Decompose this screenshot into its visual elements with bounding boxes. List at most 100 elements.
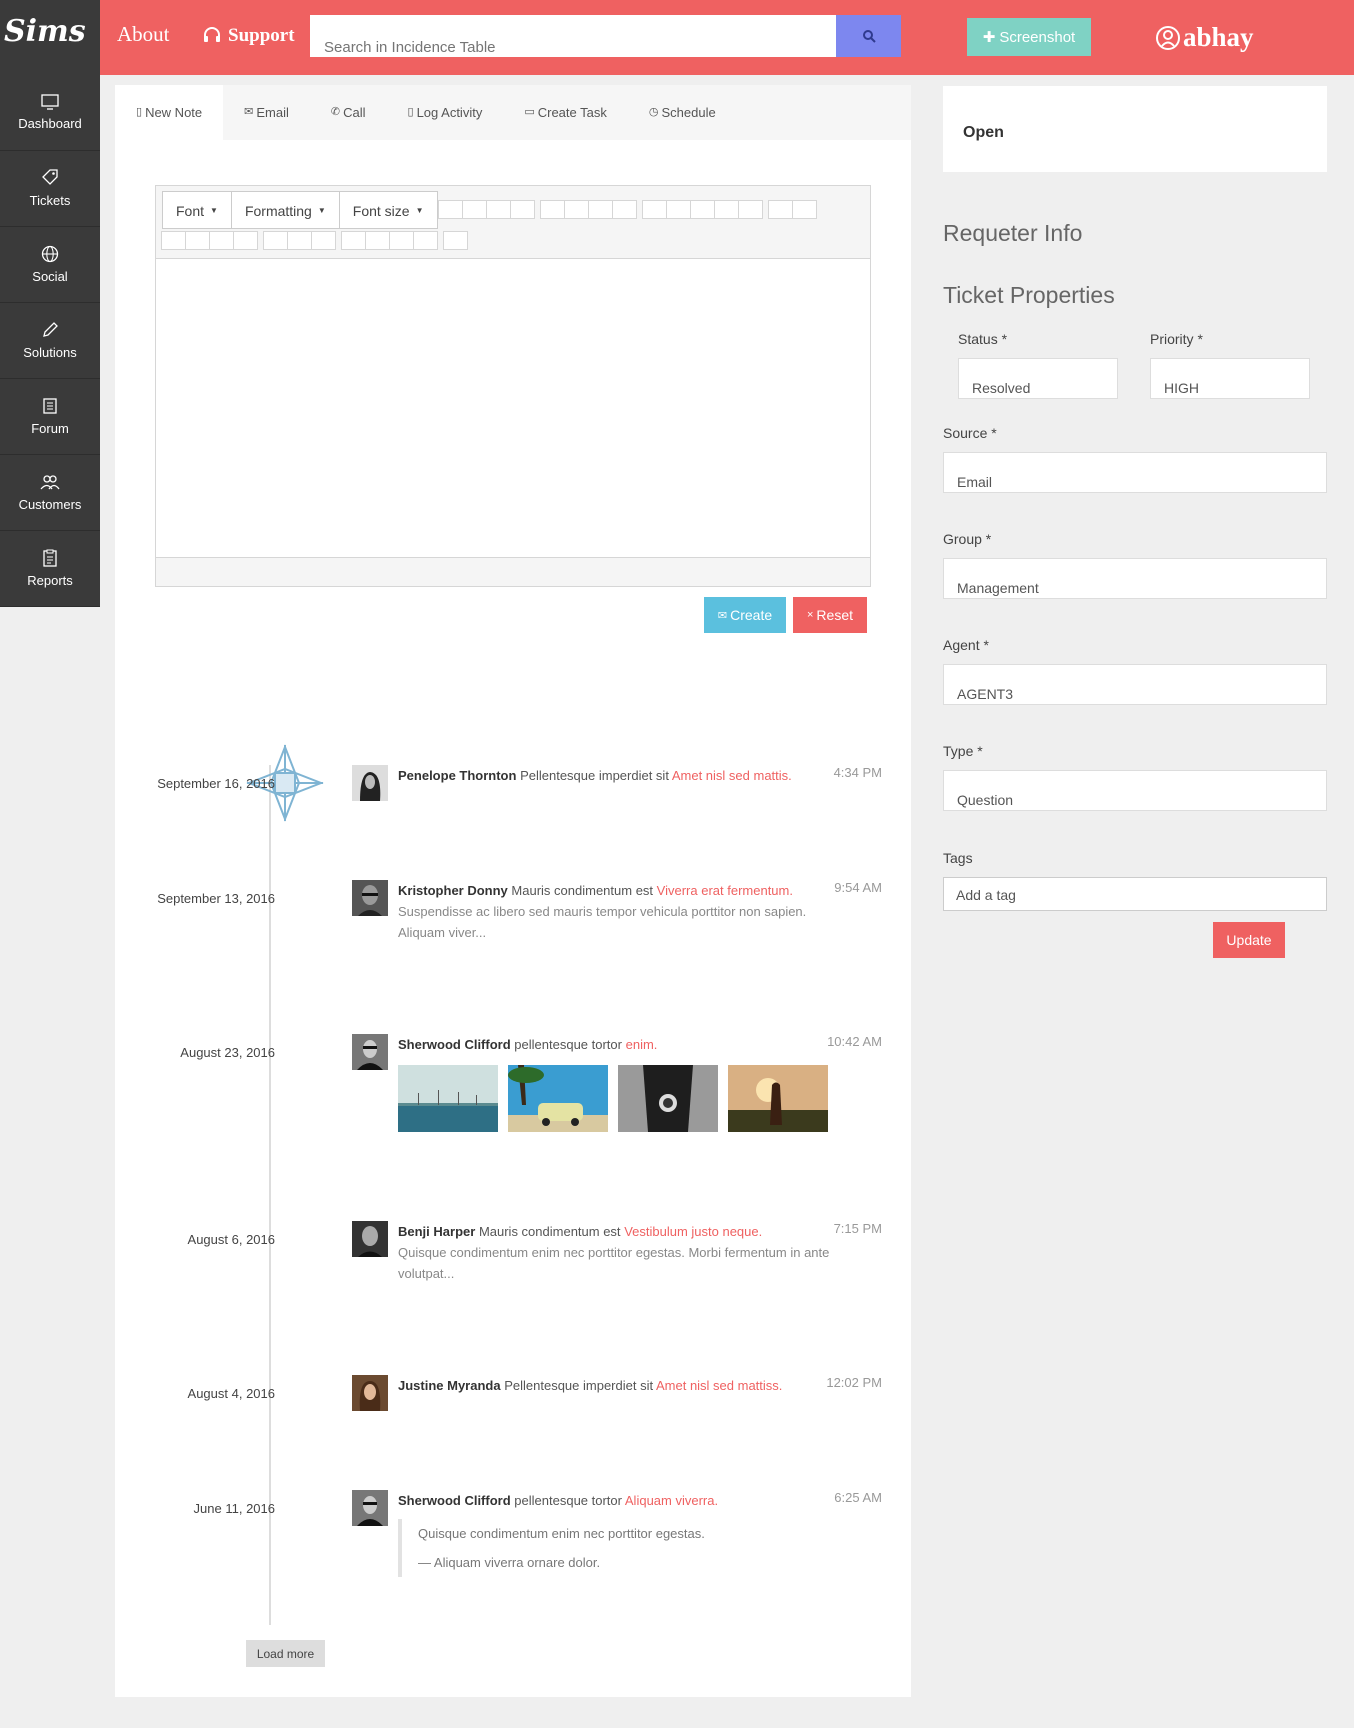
tab-call[interactable]: ✆ Call [310, 85, 387, 140]
sidebar-item-solutions[interactable]: Solutions [0, 303, 100, 379]
agent-select[interactable]: AGENT3 [943, 664, 1327, 705]
photo-thumbnail[interactable] [398, 1065, 498, 1132]
sidebar-item-customers[interactable]: Customers [0, 455, 100, 531]
group-select[interactable]: Management [943, 558, 1327, 599]
toolbar-button[interactable] [185, 231, 210, 250]
toolbar-button[interactable] [287, 231, 312, 250]
toolbar-button[interactable] [792, 200, 817, 219]
toolbar-button[interactable] [510, 200, 535, 219]
font-size-dropdown[interactable]: Font size ▼ [340, 192, 437, 228]
sidebar-item-tickets[interactable]: Tickets [0, 151, 100, 227]
toolbar-button[interactable] [438, 200, 463, 219]
toolbar-button[interactable] [161, 231, 186, 250]
entry-highlight[interactable]: Vestibulum justo neque. [624, 1224, 762, 1239]
entry-highlight[interactable]: enim. [626, 1037, 658, 1052]
entry-text: Mauris condimentum est [478, 1224, 621, 1239]
toolbar-button[interactable] [311, 231, 336, 250]
forum-icon [43, 398, 57, 414]
search-input[interactable] [310, 15, 836, 57]
reset-button[interactable]: × Reset [793, 597, 867, 633]
brand-logo[interactable]: Sims [0, 0, 100, 75]
author-name[interactable]: Benji Harper [398, 1224, 475, 1239]
update-button[interactable]: Update [1213, 922, 1285, 958]
avatar[interactable] [352, 765, 388, 801]
toolbar-button[interactable] [389, 231, 414, 250]
tab-schedule[interactable]: ◷ Schedule [628, 85, 737, 140]
sidebar-item-reports[interactable]: Reports [0, 531, 100, 607]
toolbar-button[interactable] [588, 200, 613, 219]
create-button[interactable]: ✉ Create [704, 597, 786, 633]
photo-thumbnail[interactable] [728, 1065, 828, 1132]
toolbar-button[interactable] [612, 200, 637, 219]
toolbar-button[interactable] [666, 200, 691, 219]
load-more-button[interactable]: Load more [246, 1640, 325, 1667]
author-name[interactable]: Kristopher Donny [398, 883, 508, 898]
toolbar-button[interactable] [263, 231, 288, 250]
toolbar-button-group [438, 200, 535, 219]
type-label: Type * [943, 743, 983, 759]
toolbar-button[interactable] [365, 231, 390, 250]
entry-highlight[interactable]: Amet nisl sed mattis. [672, 768, 792, 783]
entry-highlight[interactable]: Aliquam viverra. [625, 1493, 718, 1508]
sidebar-item-forum[interactable]: Forum [0, 379, 100, 455]
search-button[interactable] [836, 15, 901, 57]
toolbar-button[interactable] [486, 200, 511, 219]
create-label: Create [730, 607, 773, 623]
sidebar-item-label: Reports [27, 573, 73, 588]
toolbar-button[interactable] [564, 200, 589, 219]
author-name[interactable]: Justine Myranda [398, 1378, 501, 1393]
formatting-dropdown[interactable]: Formatting ▼ [232, 192, 340, 228]
author-name[interactable]: Penelope Thornton [398, 768, 516, 783]
status-select[interactable]: Resolved [958, 358, 1118, 399]
entry-time: 9:54 AM [834, 880, 882, 895]
photo-gallery [398, 1065, 868, 1132]
toolbar-button[interactable] [690, 200, 715, 219]
author-name[interactable]: Sherwood Clifford [398, 1037, 511, 1052]
toolbar-button[interactable] [768, 200, 793, 219]
toolbar-button[interactable] [738, 200, 763, 219]
type-select[interactable]: Question [943, 770, 1327, 811]
entry-highlight[interactable]: Viverra erat fermentum. [657, 883, 793, 898]
photo-thumbnail[interactable] [618, 1065, 718, 1132]
tab-label: Email [256, 105, 289, 120]
tab-create-task[interactable]: ▭ Create Task [503, 85, 628, 140]
source-select[interactable]: Email [943, 452, 1327, 493]
sidebar-item-dashboard[interactable]: Dashboard [0, 75, 100, 151]
tab-email[interactable]: ✉ Email [223, 85, 310, 140]
author-name[interactable]: Sherwood Clifford [398, 1493, 511, 1508]
user-menu[interactable]: abhay [1155, 22, 1254, 53]
toolbar-button[interactable] [642, 200, 667, 219]
avatar[interactable] [352, 1221, 388, 1257]
entry-time: 12:02 PM [826, 1375, 882, 1390]
toolbar-button[interactable] [209, 231, 234, 250]
editor-text-area[interactable] [156, 259, 870, 557]
avatar[interactable] [352, 1034, 388, 1070]
tags-input[interactable]: Add a tag [943, 877, 1327, 911]
support-link[interactable]: Support [202, 25, 295, 47]
photo-thumbnail[interactable] [508, 1065, 608, 1132]
toolbar-row-1 [438, 200, 817, 219]
timeline-item: Penelope Thornton Pellentesque imperdiet… [352, 765, 882, 805]
sidebar-item-social[interactable]: Social [0, 227, 100, 303]
avatar[interactable] [352, 880, 388, 916]
font-dropdown[interactable]: Font ▼ [163, 192, 232, 228]
toolbar-button[interactable] [714, 200, 739, 219]
monitor-icon [41, 94, 59, 110]
toolbar-button-group [642, 200, 763, 219]
tab-log-activity[interactable]: ▯ Log Activity [387, 85, 504, 140]
toolbar-button[interactable] [443, 231, 468, 250]
toolbar-button[interactable] [413, 231, 438, 250]
entry-highlight[interactable]: Amet nisl sed mattiss. [656, 1378, 782, 1393]
toolbar-button[interactable] [341, 231, 366, 250]
about-link[interactable]: About [117, 22, 170, 47]
tab-new-note[interactable]: ▯ New Note [115, 85, 224, 140]
avatar[interactable] [352, 1490, 388, 1526]
priority-select[interactable]: HIGH [1150, 358, 1310, 399]
toolbar-button[interactable] [462, 200, 487, 219]
screenshot-button[interactable]: ✚ Screenshot [967, 18, 1091, 56]
toolbar-button[interactable] [540, 200, 565, 219]
avatar[interactable] [352, 1375, 388, 1411]
requester-info-heading[interactable]: Requeter Info [943, 220, 1082, 247]
caret-down-icon: ▼ [210, 206, 218, 215]
toolbar-button[interactable] [233, 231, 258, 250]
